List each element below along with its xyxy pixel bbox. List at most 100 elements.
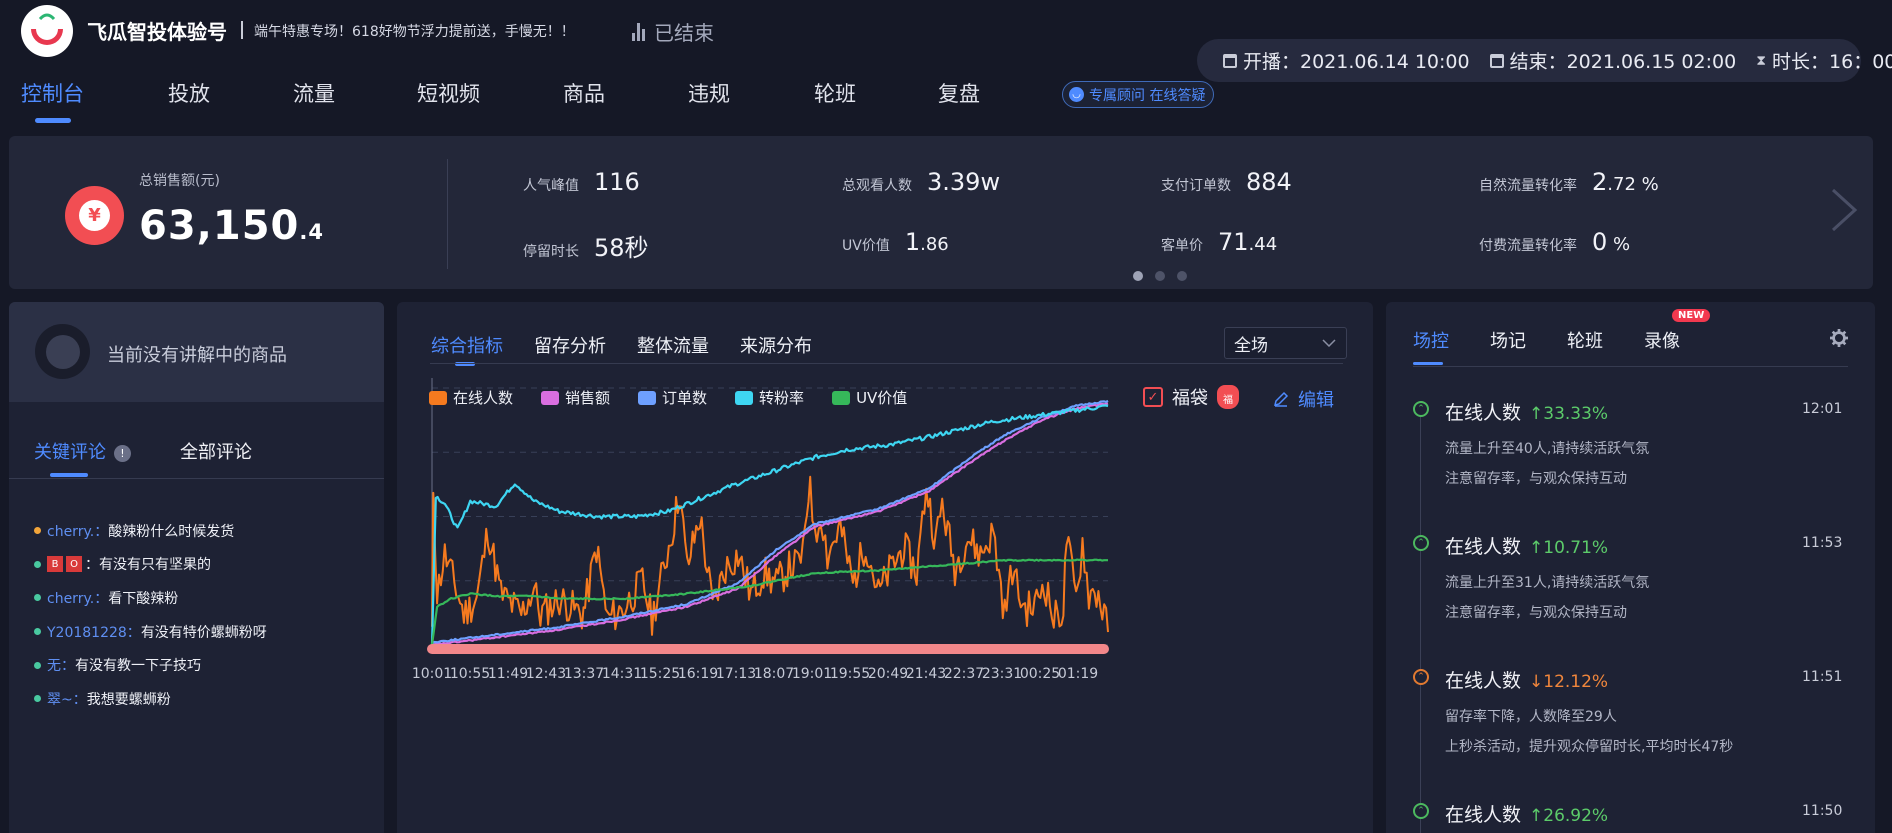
pager-dot[interactable] — [1155, 271, 1165, 281]
x-tick-label: 18:07 — [754, 666, 794, 682]
legend-item[interactable]: 订单数 — [638, 387, 707, 408]
nav-products[interactable]: 商品 — [563, 78, 688, 108]
current-product-card: 当前没有讲解中的商品 — [9, 302, 384, 402]
tab-all-comments[interactable]: 全部评论 — [180, 438, 252, 464]
comment-item[interactable]: cherry.： 酸辣粉什么时候发货 — [34, 514, 267, 548]
x-tick-label: 16:19 — [678, 666, 718, 682]
calendar-icon — [1489, 53, 1504, 68]
event-change: ↑33.33% — [1529, 404, 1609, 424]
comment-list: cherry.： 酸辣粉什么时候发货 B O ：有没有只有坚果的 cherry.： 看下酸辣… — [34, 514, 267, 716]
kpi-paid-conversion: 付费流量转化率 0 % — [1479, 228, 1631, 256]
app-title: 飞瓜智投体验号 — [87, 20, 227, 44]
tab-source-distribution[interactable]: 来源分布 — [740, 332, 812, 358]
nav-shifts[interactable]: 轮班 — [814, 78, 938, 108]
comment-item[interactable]: 无： 有没有教一下子技巧 — [34, 648, 267, 682]
scope-value: 全场 — [1234, 335, 1268, 356]
consultant-button[interactable]: ◡ 专属顾问 在线答疑 — [1062, 81, 1215, 108]
nav-console[interactable]: 控制台 — [21, 78, 168, 123]
tab-recording[interactable]: 录像 — [1644, 327, 1680, 353]
lucky-bag-icon: 福 — [1217, 385, 1239, 409]
live-control-panel: 场控 场记 轮班 录像 NEW ⌃ 在线人数 ↑33.33% 12:01 流量上升至40… — [1386, 302, 1875, 833]
comment-tabs: 关键评论! 全部评论 — [34, 438, 252, 477]
collapse-toggle-icon[interactable]: ⌃ — [1413, 535, 1429, 551]
legend-item[interactable]: 销售额 — [541, 387, 610, 408]
comment-user[interactable]: cherry.： — [47, 521, 108, 541]
tab-notes[interactable]: 场记 — [1490, 327, 1526, 353]
chart-legend: 在线人数 销售额 订单数 转粉率 UV价值 — [429, 387, 907, 408]
metrics-panel: 10:01 10:55 11:49 12:43 13:37 14:31 15:25 16:19… — [397, 302, 1373, 833]
kpi-stay-duration: 停留时长 58秒 — [523, 234, 649, 262]
end-time: 结束：2021.06.15 02:00 — [1489, 47, 1737, 74]
legend-label: 销售额 — [565, 389, 611, 407]
legend-label: 订单数 — [662, 389, 708, 407]
pager-dot[interactable] — [1133, 271, 1143, 281]
duration-text: 时长：16：00 — [1772, 51, 1892, 73]
tab-overall-traffic[interactable]: 整体流量 — [637, 332, 709, 358]
timeline-line — [1420, 414, 1421, 833]
lucky-bag-toggle[interactable]: ✓ 福袋 福 — [1143, 384, 1239, 410]
tab-control[interactable]: 场控 — [1413, 327, 1449, 365]
comment-user[interactable]: 无： — [47, 655, 75, 675]
lucky-bag-label: 福袋 — [1172, 388, 1208, 409]
x-tick-label: 17:13 — [716, 666, 756, 682]
x-tick-label: 14:31 — [602, 666, 642, 682]
hourglass-icon: ⧗ — [1756, 52, 1767, 69]
collapse-toggle-icon[interactable]: ⌃ — [1413, 401, 1429, 417]
x-tick-label: 11:49 — [488, 666, 528, 682]
nav-review[interactable]: 复盘 — [938, 78, 1038, 108]
collapse-toggle-icon[interactable]: ⌃ — [1413, 803, 1429, 819]
top-bar: 飞瓜智投体验号 端午特惠专场！618好物节浮力提前送，手慢无！！ 已结束 开播：… — [0, 0, 1892, 124]
gear-icon[interactable] — [1830, 329, 1848, 347]
legend-item[interactable]: 转粉率 — [735, 387, 804, 408]
tab-retention[interactable]: 留存分析 — [534, 332, 606, 358]
nav-short-video[interactable]: 短视频 — [417, 78, 563, 108]
feigua-logo[interactable] — [21, 5, 73, 57]
edit-button[interactable]: 编辑 — [1273, 386, 1334, 412]
scope-select[interactable]: 全场 — [1224, 327, 1347, 359]
comment-dot — [34, 661, 41, 669]
comment-text: ：有没有只有坚果的 — [85, 557, 211, 574]
comment-user[interactable]: cherry.： — [47, 588, 108, 608]
comment-item[interactable]: Y20181228： 有没有特价螺蛳粉呀 — [34, 615, 267, 649]
legend-label: UV价值 — [856, 389, 908, 407]
kpi-uv-value: UV价值 1.86 — [842, 228, 949, 256]
kpi-pager — [1133, 271, 1187, 281]
comment-user[interactable]: Y20181228： — [47, 622, 141, 642]
kpi-avg-order-price: 客单价 71.44 — [1161, 228, 1278, 256]
comment-item[interactable]: 翠~： 我想要螺蛳粉 — [34, 682, 267, 716]
comment-item[interactable]: B O ：有没有只有坚果的 — [34, 548, 267, 582]
event-tip: 流量上升至31人,请持续活跃气氛 — [1445, 575, 1650, 591]
collapse-toggle-icon[interactable]: ⌃ — [1413, 669, 1429, 685]
event-time: 11:51 — [1802, 669, 1843, 685]
duration: ⧗ 时长：16：00 — [1756, 47, 1892, 74]
pager-dot[interactable] — [1177, 271, 1187, 281]
legend-item[interactable]: 在线人数 — [429, 387, 513, 408]
chevron-right-icon[interactable] — [1829, 187, 1859, 233]
legend-item[interactable]: UV价值 — [832, 387, 907, 408]
start-time-text: 开播：2021.06.14 10:00 — [1243, 51, 1470, 73]
live-status: 已结束 — [632, 17, 714, 46]
comment-text: 我想要螺蛳粉 — [86, 691, 171, 708]
event-tip: 流量上升至40人,请持续活跃气氛 — [1445, 441, 1650, 457]
kpi-strip: ¥ 总销售额(元) 63,150.4 人气峰值 116 总观看人数 3.39w 支付… — [9, 136, 1873, 289]
comment-text: 有没有特价螺蛳粉呀 — [140, 624, 267, 641]
lucky-bag-checkbox[interactable]: ✓ — [1143, 387, 1163, 407]
comment-text: 酸辣粉什么时候发货 — [108, 523, 235, 540]
comment-item[interactable]: cherry.： 看下酸辣粉 — [34, 581, 267, 615]
nav-violations[interactable]: 违规 — [688, 78, 814, 108]
metric-tabs: 综合指标 留存分析 整体流量 来源分布 — [431, 332, 812, 366]
comment-dot — [34, 594, 41, 602]
tab-key-comments[interactable]: 关键评论! — [34, 438, 131, 477]
end-time-text: 结束：2021.06.15 02:00 — [1509, 51, 1737, 73]
event-tip: 上秒杀活动，提升观众停留时长,平均时长47秒 — [1445, 739, 1734, 755]
tab-shifts[interactable]: 轮班 — [1567, 327, 1603, 353]
comment-user[interactable]: 翠~： — [47, 689, 87, 709]
logo-icon — [23, 7, 71, 55]
tab-overview-metrics[interactable]: 综合指标 — [431, 332, 503, 366]
nav-traffic[interactable]: 流量 — [293, 78, 417, 108]
comment-dot — [34, 695, 41, 703]
live-slogan: 端午特惠专场！618好物节浮力提前送，手慢无！！ — [254, 24, 575, 40]
nav-ads[interactable]: 投放 — [168, 78, 293, 108]
kpi-total-viewers: 总观看人数 3.39w — [842, 168, 1001, 196]
event-title: 在线人数 ↑33.33% — [1445, 402, 1609, 424]
